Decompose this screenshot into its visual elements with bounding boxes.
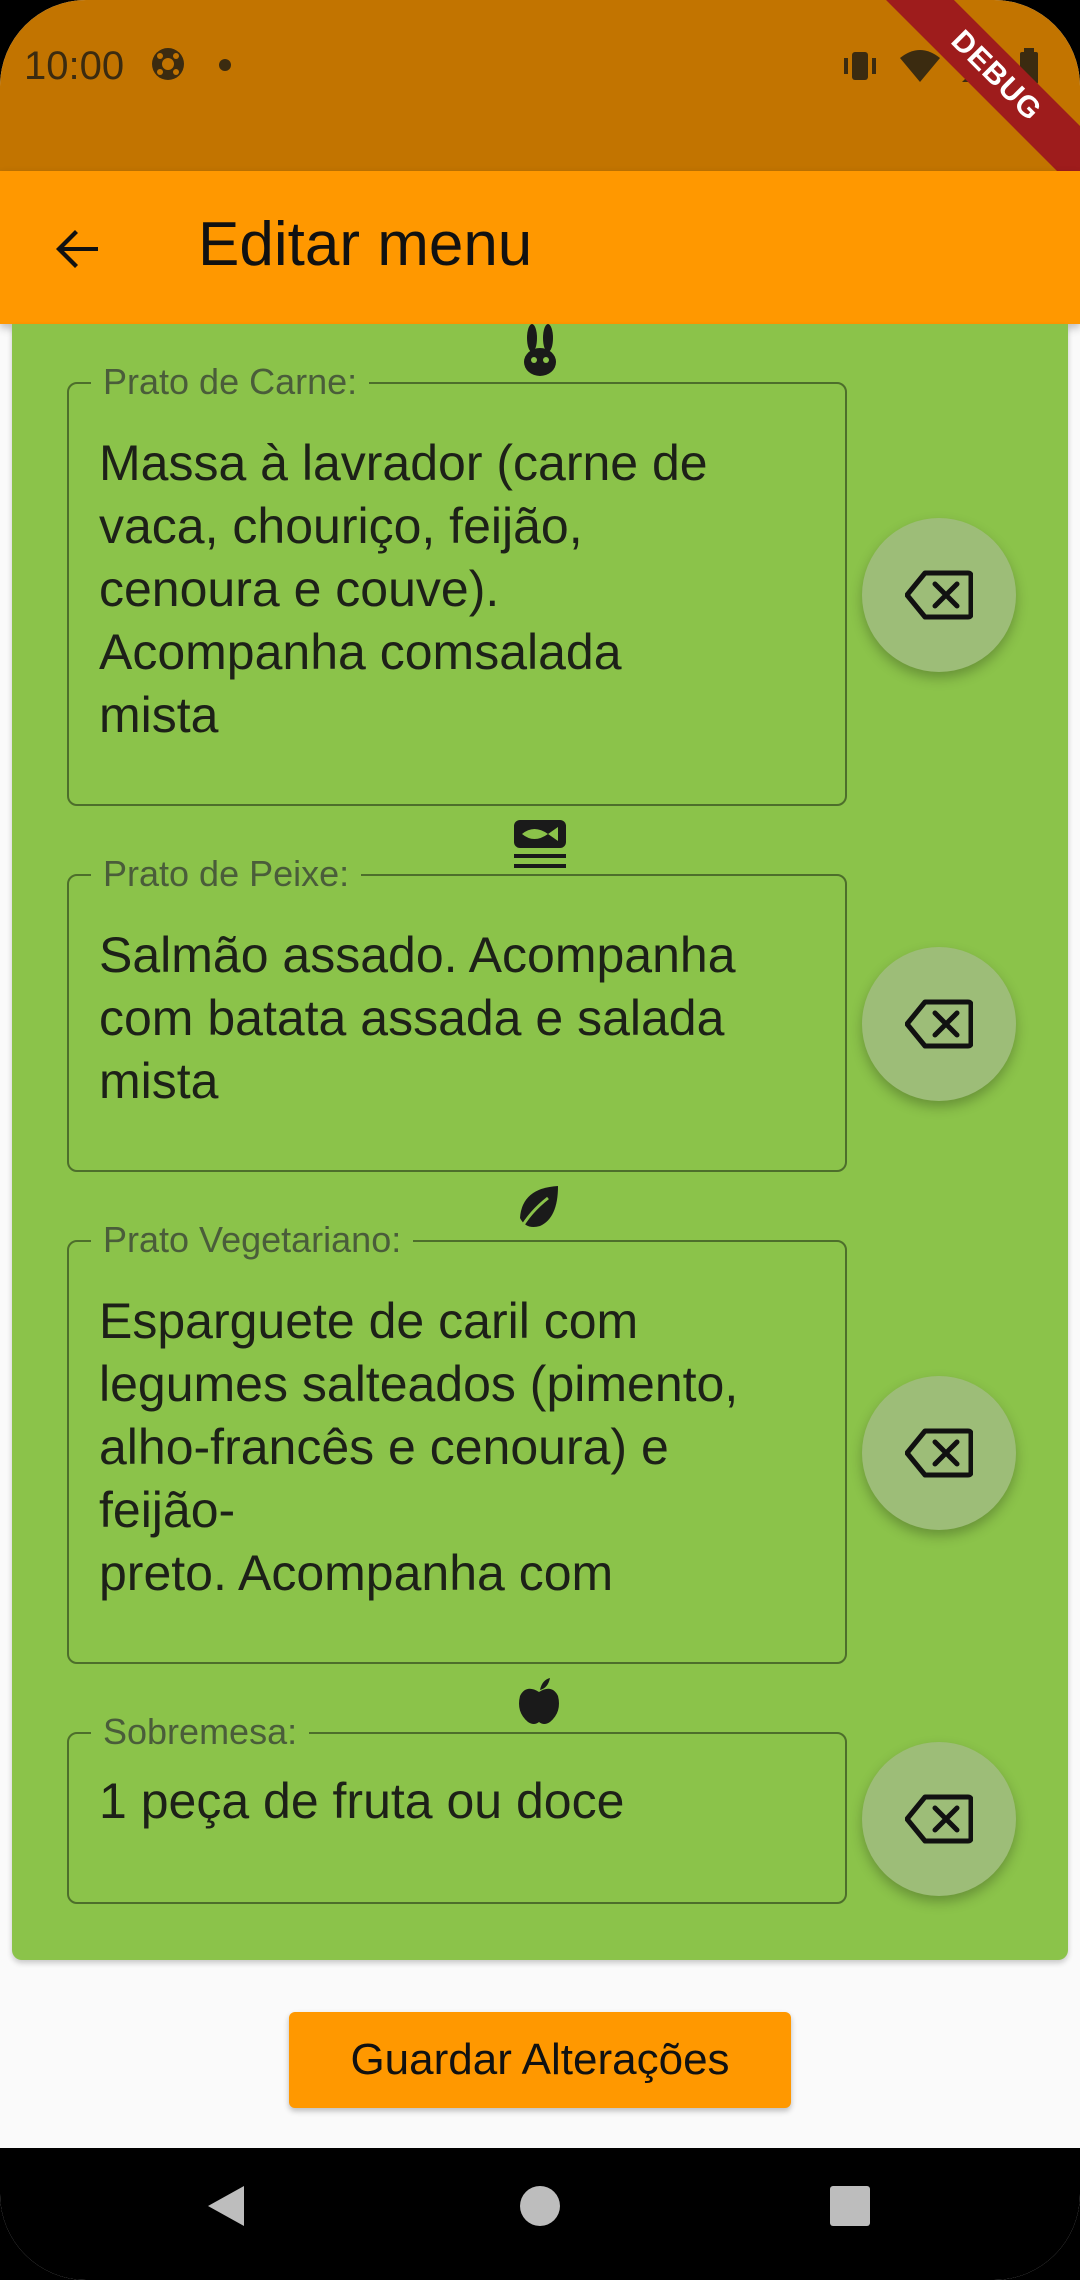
rabbit-icon	[517, 324, 563, 383]
app-bar: Editar menu	[0, 171, 1080, 324]
nav-back-icon[interactable]	[204, 2182, 248, 2235]
apple-icon	[516, 1678, 562, 1731]
vegetarian-dish-label: Prato Vegetariano:	[91, 1218, 414, 1262]
delete-meat-dish-button[interactable]	[862, 518, 1016, 672]
dessert-field[interactable]: Sobremesa: 1 peça de fruta ou doce	[67, 1710, 847, 1904]
meat-dish-label: Prato de Carne:	[91, 360, 370, 404]
status-bar: 10:00 DEBUG	[0, 0, 1080, 200]
fish-dish-label: Prato de Peixe:	[91, 852, 362, 896]
save-changes-button[interactable]: Guardar Alterações	[289, 2012, 791, 2108]
dessert-text[interactable]: 1 peça de fruta ou doce	[99, 1770, 819, 1833]
backspace-icon	[905, 1428, 973, 1478]
back-button[interactable]	[50, 221, 106, 277]
meat-dish-text[interactable]: Massa à lavrador (carne de vaca, chouriç…	[99, 432, 819, 747]
nav-home-icon[interactable]	[518, 2182, 562, 2235]
backspace-icon	[905, 1794, 973, 1844]
phone-screen: 10:00 DEBUG Editar menu Prato de Carne: …	[0, 0, 1080, 2280]
vegetarian-dish-field[interactable]: Prato Vegetariano: Esparguete de caril c…	[67, 1218, 847, 1664]
nav-recents-icon[interactable]	[828, 2182, 872, 2235]
fish-dish-text[interactable]: Salmão assado. Acompanha com batata assa…	[99, 924, 819, 1113]
dessert-label: Sobremesa:	[91, 1710, 310, 1754]
meat-dish-field[interactable]: Prato de Carne: Massa à lavrador (carne …	[67, 360, 847, 806]
fish-dish-field[interactable]: Prato de Peixe: Salmão assado. Acompanha…	[67, 852, 847, 1172]
debug-banner: DEBUG	[872, 0, 1080, 200]
delete-dessert-button[interactable]	[862, 1742, 1016, 1896]
leaf-icon	[516, 1184, 562, 1237]
soccer-ball-icon	[148, 44, 188, 89]
arrow-back-icon	[56, 230, 98, 268]
backspace-icon	[905, 999, 973, 1049]
status-time: 10:00	[24, 44, 125, 88]
notification-dot-icon	[218, 58, 232, 77]
vibrate-icon	[840, 46, 880, 91]
fish-plate-icon	[512, 818, 568, 875]
backspace-icon	[905, 570, 973, 620]
delete-vegetarian-dish-button[interactable]	[862, 1376, 1016, 1530]
delete-fish-dish-button[interactable]	[862, 947, 1016, 1101]
wifi-icon	[898, 46, 942, 91]
vegetarian-dish-text[interactable]: Esparguete de caril com legumes salteado…	[99, 1290, 819, 1605]
system-nav-bar	[0, 2148, 1080, 2280]
menu-card: Prato de Carne: Massa à lavrador (carne …	[12, 324, 1068, 1960]
page-title: Editar menu	[198, 210, 533, 279]
